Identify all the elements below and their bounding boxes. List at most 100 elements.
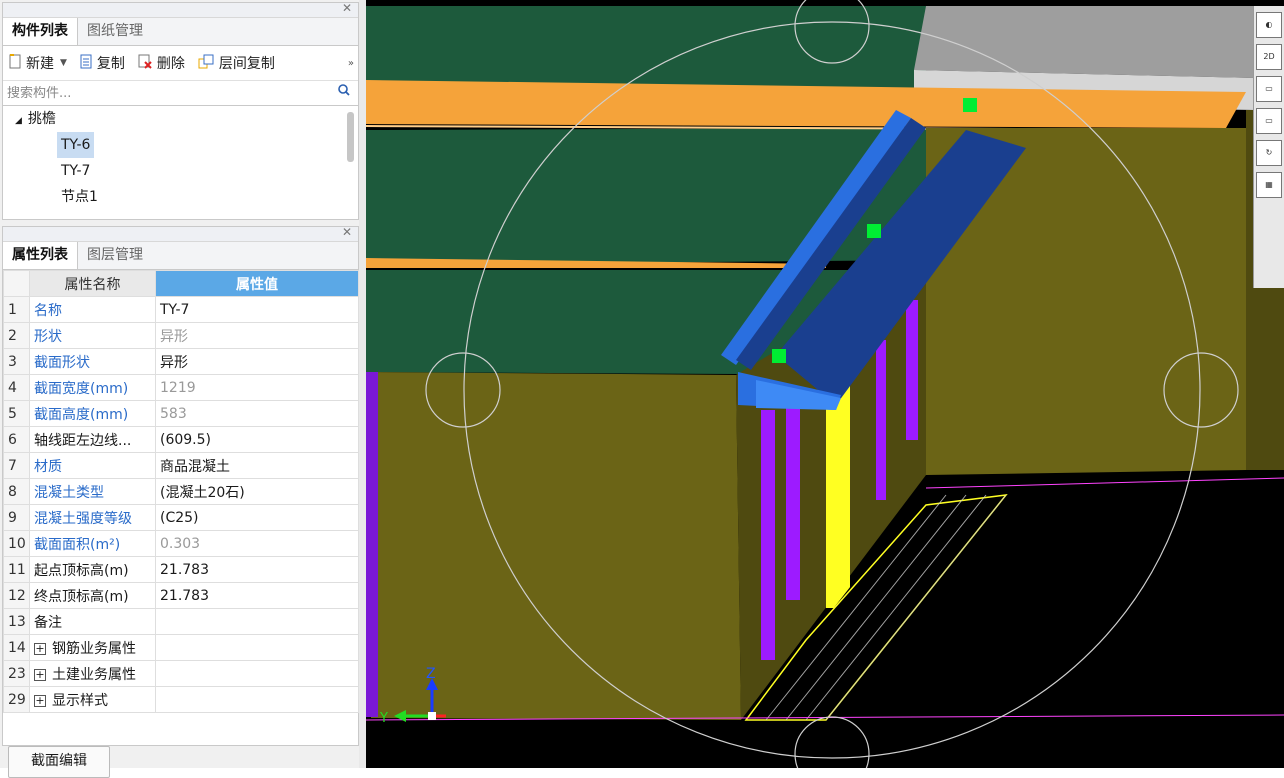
expand-icon[interactable]: +	[34, 694, 46, 707]
table-header: 属性名称 属性值	[3, 270, 359, 297]
table-row[interactable]: 12 终点顶标高(m) 21.783	[3, 582, 359, 609]
close-icon[interactable]: ✕	[342, 225, 352, 239]
tree-scrollbar[interactable]	[347, 112, 354, 162]
view-cube-icon[interactable]: ▭	[1256, 76, 1282, 102]
section-edit-button[interactable]: 截面编辑	[8, 746, 110, 778]
property-name: 轴线距左边线...	[29, 426, 156, 453]
overflow-chevron-icon[interactable]: »	[348, 58, 354, 69]
property-group-label: 显示样式	[52, 692, 108, 709]
row-number: 11	[3, 556, 30, 583]
row-number: 12	[3, 582, 30, 609]
delete-icon	[138, 54, 153, 73]
new-button[interactable]: 新建 ▼	[9, 53, 67, 73]
expand-icon[interactable]: +	[34, 668, 46, 681]
table-row[interactable]: 11 起点顶标高(m) 21.783	[3, 556, 359, 583]
property-value[interactable]: 21.783	[155, 582, 359, 609]
tab-drawing-management[interactable]: 图纸管理	[78, 18, 152, 45]
table-row[interactable]: 23 + 土建业务属性	[3, 660, 359, 687]
tab-component-list[interactable]: 构件列表	[3, 18, 78, 45]
close-icon[interactable]: ✕	[342, 1, 352, 15]
delete-button[interactable]: 删除	[138, 53, 185, 73]
table-row[interactable]: 13 备注	[3, 608, 359, 635]
component-search	[3, 81, 358, 106]
property-name: 材质	[29, 452, 156, 479]
property-name: 备注	[29, 608, 156, 635]
new-label: 新建	[26, 56, 54, 72]
view-2d-button[interactable]: 2D	[1256, 44, 1282, 70]
copy-button[interactable]: 复制	[80, 53, 125, 73]
component-list-panel: ✕ 构件列表 图纸管理 新建 ▼ 复制 删除 层间复制 » 搜索构件... ◢ …	[2, 1, 359, 220]
property-table: 属性名称 属性值 1 名称 TY-7 2 形状 异形 3 截面形状 异形 4 截面宽度(mm)…	[3, 270, 359, 713]
tree-node-node1[interactable]: 节点1	[3, 184, 358, 210]
property-name: 截面面积(m²)	[29, 530, 156, 557]
property-list-panel: ✕ 属性列表 图层管理 属性名称 属性值 1 名称 TY-7 2 形状 异形 3 截面形状…	[2, 225, 359, 746]
property-value[interactable]: 商品混凝土	[155, 452, 359, 479]
floor-copy-label: 层间复制	[218, 56, 275, 72]
property-value[interactable]: 583	[155, 400, 359, 427]
property-value	[155, 686, 359, 713]
tree-node-ty6[interactable]: TY-6	[3, 132, 358, 158]
panel-splitter[interactable]	[359, 0, 366, 768]
search-icon[interactable]	[338, 84, 350, 100]
row-number: 6	[3, 426, 30, 453]
delete-label: 删除	[156, 56, 185, 72]
tab-property-list[interactable]: 属性列表	[3, 242, 78, 269]
table-row[interactable]: 5 截面高度(mm) 583	[3, 400, 359, 427]
panel-titlebar: ✕	[3, 225, 358, 242]
property-value[interactable]: TY-7	[155, 296, 359, 323]
property-group[interactable]: + 显示样式	[29, 686, 156, 713]
row-number: 4	[3, 374, 30, 401]
table-row[interactable]: 1 名称 TY-7	[3, 296, 359, 323]
property-value[interactable]: 异形	[155, 348, 359, 375]
tree-item-label: TY-7	[61, 163, 91, 179]
collapse-icon[interactable]: ◢	[15, 116, 22, 126]
floor-copy-button[interactable]: 层间复制	[198, 53, 275, 73]
view-toolbar: ◐ 2D ▭ ▭ ↻ ▦	[1253, 6, 1284, 288]
row-number: 29	[3, 686, 30, 713]
left-dock: ✕ 构件列表 图纸管理 新建 ▼ 复制 删除 层间复制 » 搜索构件... ◢ …	[0, 0, 362, 778]
table-row[interactable]: 14 + 钢筋业务属性	[3, 634, 359, 661]
table-row[interactable]: 6 轴线距左边线... (609.5)	[3, 426, 359, 453]
view-cube-side-icon[interactable]: ▭	[1256, 108, 1282, 134]
property-value[interactable]: 21.783	[155, 556, 359, 583]
orbit-icon[interactable]: ◐	[1256, 12, 1282, 38]
rotate-icon[interactable]: ↻	[1256, 140, 1282, 166]
3d-viewport[interactable]: Z Y ◐ 2D ▭ ▭ ↻ ▦	[366, 0, 1284, 768]
row-number: 9	[3, 504, 30, 531]
property-value[interactable]: (混凝土20石)	[155, 478, 359, 505]
copy-icon	[80, 54, 93, 73]
table-row[interactable]: 7 材质 商品混凝土	[3, 452, 359, 479]
row-number: 14	[3, 634, 30, 661]
property-value[interactable]: 异形	[155, 322, 359, 349]
tree-node-root[interactable]: ◢ 挑檐	[3, 106, 358, 132]
tree-item-label: 节点1	[61, 189, 98, 205]
property-value[interactable]: (609.5)	[155, 426, 359, 453]
table-row[interactable]: 2 形状 异形	[3, 322, 359, 349]
property-value[interactable]: (C25)	[155, 504, 359, 531]
table-row[interactable]: 4 截面宽度(mm) 1219	[3, 374, 359, 401]
property-name: 混凝土类型	[29, 478, 156, 505]
row-number: 3	[3, 348, 30, 375]
property-group[interactable]: + 土建业务属性	[29, 660, 156, 687]
table-row[interactable]: 8 混凝土类型 (混凝土20石)	[3, 478, 359, 505]
table-row[interactable]: 9 混凝土强度等级 (C25)	[3, 504, 359, 531]
table-row[interactable]: 3 截面形状 异形	[3, 348, 359, 375]
table-row[interactable]: 29 + 显示样式	[3, 686, 359, 713]
component-toolbar: 新建 ▼ 复制 删除 层间复制 »	[3, 46, 358, 81]
property-value[interactable]: 0.303	[155, 530, 359, 557]
property-name: 起点顶标高(m)	[29, 556, 156, 583]
chevron-down-icon[interactable]: ▼	[60, 58, 67, 68]
header-name: 属性名称	[29, 270, 156, 297]
property-value[interactable]: 1219	[155, 374, 359, 401]
table-row[interactable]: 10 截面面积(m²) 0.303	[3, 530, 359, 557]
row-number: 7	[3, 452, 30, 479]
tree-node-ty7[interactable]: TY-7	[3, 158, 358, 184]
tab-layer-management[interactable]: 图层管理	[78, 242, 152, 269]
tree-item-label: TY-6	[57, 132, 95, 158]
property-name: 形状	[29, 322, 156, 349]
property-value[interactable]	[155, 608, 359, 635]
expand-icon[interactable]: +	[34, 642, 46, 655]
property-group[interactable]: + 钢筋业务属性	[29, 634, 156, 661]
grid-icon[interactable]: ▦	[1256, 172, 1282, 198]
search-input[interactable]	[3, 85, 331, 101]
